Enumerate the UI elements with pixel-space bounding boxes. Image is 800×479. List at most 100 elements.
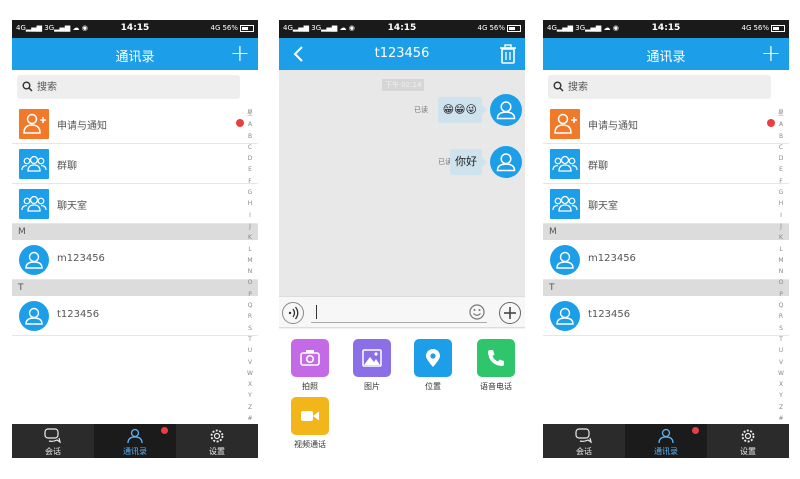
alphabet-index-letter[interactable]: R	[776, 311, 786, 322]
contact-row[interactable]: m123456	[543, 240, 789, 280]
alphabet-index-letter[interactable]: U	[776, 345, 786, 356]
alphabet-index-letter[interactable]: N	[245, 266, 255, 277]
attach-location[interactable]: 位置	[407, 339, 459, 392]
alphabet-index-letter[interactable]: 星	[245, 108, 255, 119]
attach-voice-call[interactable]: 语音电话	[470, 339, 522, 392]
alphabet-index-letter[interactable]: V	[776, 357, 786, 368]
alphabet-index-letter[interactable]: W	[776, 368, 786, 379]
tab-contacts[interactable]: 通讯录	[94, 424, 176, 458]
alphabet-index-letter[interactable]: U	[245, 345, 255, 356]
alphabet-index-letter[interactable]: M	[776, 255, 786, 266]
composer	[279, 296, 525, 328]
contact-row[interactable]: t123456	[543, 296, 789, 336]
list-item-label: 申请与通知	[57, 121, 107, 132]
list-item-chat-room[interactable]: 聊天室	[12, 184, 258, 224]
section-header: T	[543, 280, 789, 296]
add-contact-button[interactable]: +	[230, 41, 250, 65]
alphabet-index-letter[interactable]: C	[776, 142, 786, 153]
alphabet-index-letter[interactable]: E	[776, 164, 786, 175]
list-item-group-chat[interactable]: 群聊	[12, 144, 258, 184]
search-input[interactable]	[568, 79, 758, 95]
alphabet-index-letter[interactable]: B	[245, 131, 255, 142]
search-input[interactable]	[37, 79, 227, 95]
alphabet-index-letter[interactable]: C	[245, 142, 255, 153]
alphabet-index-letter[interactable]: #	[776, 413, 786, 424]
alphabet-index-letter[interactable]: Q	[776, 300, 786, 311]
message-input[interactable]	[311, 303, 487, 323]
alphabet-index-letter[interactable]: I	[776, 210, 786, 221]
attach-video-call[interactable]: 视频通话	[284, 397, 336, 450]
alphabet-index-letter[interactable]: Z	[776, 402, 786, 413]
list-item-requests[interactable]: 申请与通知	[12, 104, 258, 144]
tab-settings[interactable]: 设置	[707, 424, 789, 458]
alphabet-index-letter[interactable]: A	[776, 119, 786, 130]
attach-camera[interactable]: 拍照	[284, 339, 336, 392]
alphabet-index-letter[interactable]: J	[776, 221, 786, 232]
emoji-icon[interactable]	[469, 304, 485, 320]
alphabet-index-letter[interactable]: B	[776, 131, 786, 142]
voice-input-button[interactable]	[282, 302, 304, 324]
alphabet-index-letter[interactable]: L	[776, 244, 786, 255]
tab-conversations[interactable]: 会话	[543, 424, 625, 458]
alphabet-index-letter[interactable]: F	[776, 176, 786, 187]
attach-picture[interactable]: 图片	[346, 339, 398, 392]
alphabet-index-letter[interactable]: O	[776, 277, 786, 288]
trash-icon[interactable]	[499, 44, 517, 64]
page-title: 通讯录	[646, 50, 686, 65]
alphabet-index-letter[interactable]: D	[245, 153, 255, 164]
contact-row[interactable]: t123456	[12, 296, 258, 336]
contact-icon	[658, 428, 674, 444]
alphabet-index-letter[interactable]: Z	[245, 402, 255, 413]
alphabet-index-letter[interactable]: G	[245, 187, 255, 198]
alphabet-index-letter[interactable]: #	[245, 413, 255, 424]
alphabet-index-letter[interactable]: W	[245, 368, 255, 379]
alphabet-index-letter[interactable]: V	[245, 357, 255, 368]
message-outgoing[interactable]: 已读 😁😁😜	[402, 94, 522, 126]
battery-percent: 56%	[489, 24, 505, 32]
alphabet-index-letter[interactable]: M	[245, 255, 255, 266]
alphabet-index-letter[interactable]: T	[776, 334, 786, 345]
alphabet-index-letter[interactable]: O	[245, 277, 255, 288]
alphabet-index-letter[interactable]: T	[245, 334, 255, 345]
list-item-chat-room[interactable]: 聊天室	[543, 184, 789, 224]
alphabet-index-letter[interactable]: Y	[245, 390, 255, 401]
alphabet-index-letter[interactable]: J	[245, 221, 255, 232]
alphabet-index-letter[interactable]: H	[245, 198, 255, 209]
alphabet-index-letter[interactable]: K	[245, 232, 255, 243]
alphabet-index-letter[interactable]: S	[245, 323, 255, 334]
alphabet-index-letter[interactable]: A	[245, 119, 255, 130]
alphabet-index-letter[interactable]: X	[245, 379, 255, 390]
alphabet-index-letter[interactable]: I	[245, 210, 255, 221]
alphabet-index-letter[interactable]: Y	[776, 390, 786, 401]
contact-row[interactable]: m123456	[12, 240, 258, 280]
tab-conversations[interactable]: 会话	[12, 424, 94, 458]
add-contact-button[interactable]: +	[761, 41, 781, 65]
list-item-group-chat[interactable]: 群聊	[543, 144, 789, 184]
alphabet-index-letter[interactable]: P	[245, 289, 255, 300]
alphabet-index-letter[interactable]: D	[776, 153, 786, 164]
alphabet-index-letter[interactable]: F	[245, 176, 255, 187]
alphabet-index-letter[interactable]: K	[776, 232, 786, 243]
alphabet-index-letter[interactable]: H	[776, 198, 786, 209]
search-box[interactable]	[17, 75, 240, 99]
more-options-button[interactable]	[499, 302, 521, 324]
message-outgoing[interactable]: 已读 你好	[422, 146, 522, 178]
alphabet-index-letter[interactable]: R	[245, 311, 255, 322]
search-box[interactable]	[548, 75, 771, 99]
alphabet-index-letter[interactable]: E	[245, 164, 255, 175]
tab-settings[interactable]: 设置	[176, 424, 258, 458]
alphabet-index-letter[interactable]: 星	[776, 108, 786, 119]
alphabet-index-letter[interactable]: X	[776, 379, 786, 390]
alphabet-index[interactable]: 星 A B C D E F G H I J K L M N O P Q R S T U V W X Y Z #	[245, 108, 255, 424]
tab-bar: 会话 通讯录 设置	[12, 424, 258, 458]
alphabet-index-letter[interactable]: P	[776, 289, 786, 300]
alphabet-index-letter[interactable]: Q	[245, 300, 255, 311]
list-item-requests[interactable]: 申请与通知	[543, 104, 789, 144]
alphabet-index-letter[interactable]: L	[245, 244, 255, 255]
section-header: T	[12, 280, 258, 296]
alphabet-index[interactable]: 星 A B C D E F G H I J K L M N O P Q R S T U V W X Y Z #	[776, 108, 786, 424]
alphabet-index-letter[interactable]: G	[776, 187, 786, 198]
alphabet-index-letter[interactable]: N	[776, 266, 786, 277]
alphabet-index-letter[interactable]: S	[776, 323, 786, 334]
tab-contacts[interactable]: 通讯录	[625, 424, 707, 458]
